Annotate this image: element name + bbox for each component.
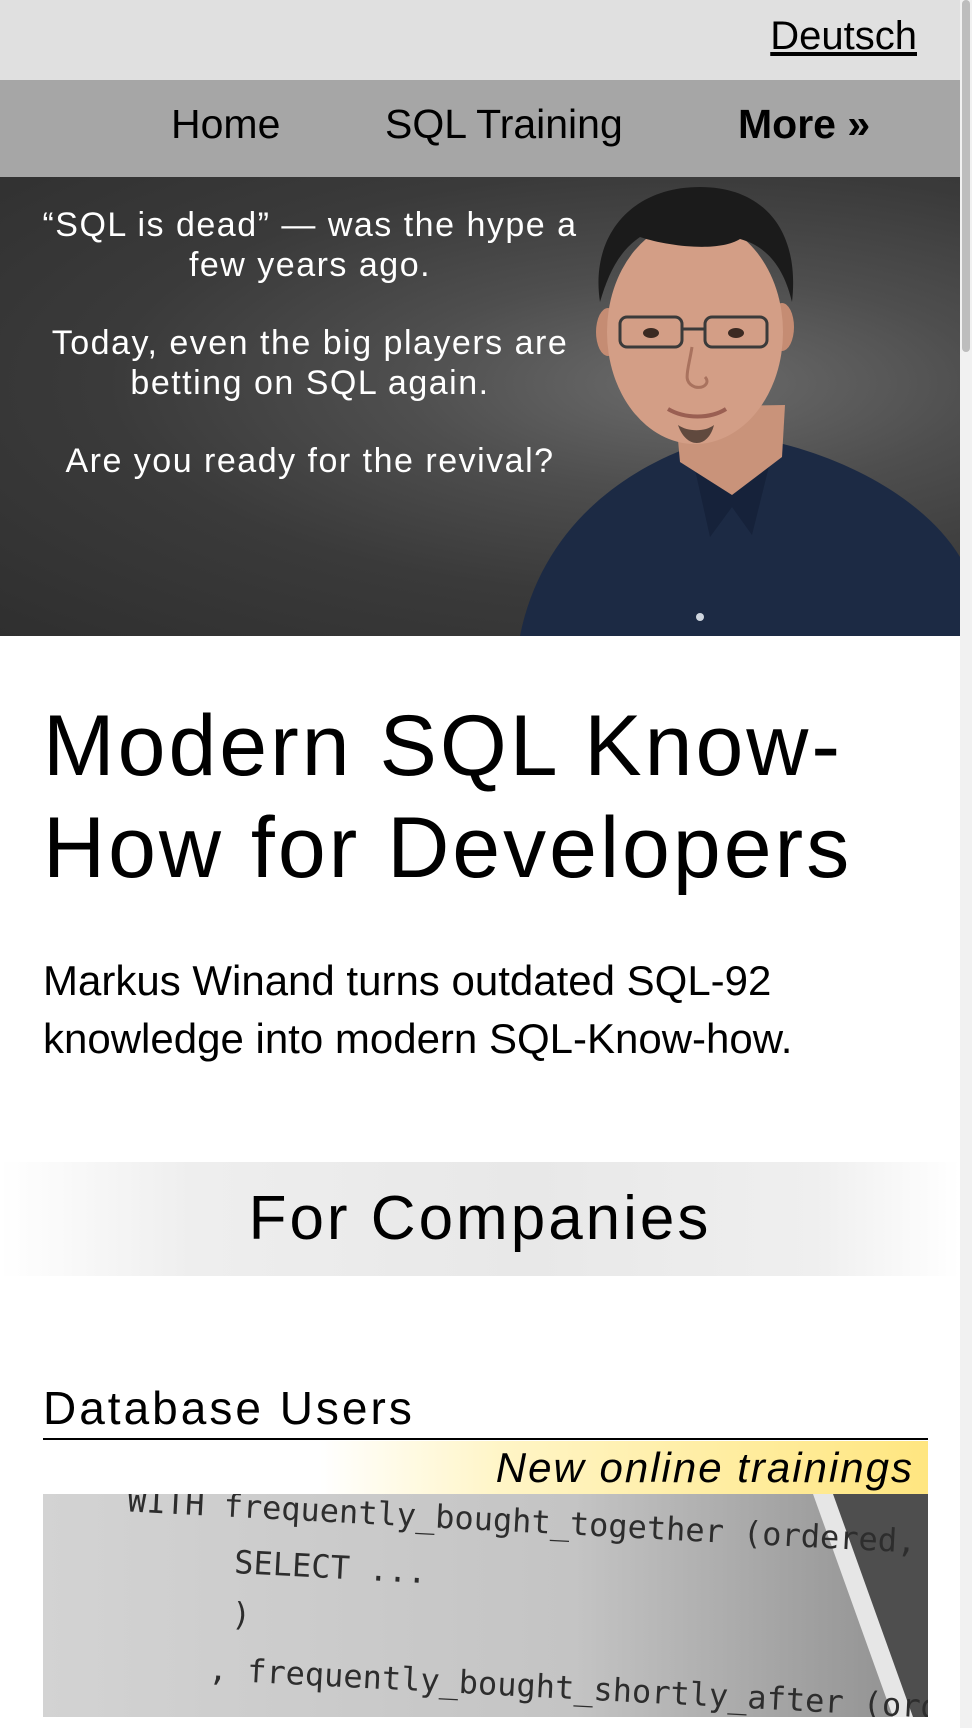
page-title: Modern SQL Know-How for Developers [43,698,853,896]
hero-quote: “SQL is dead” — was the hype a few years… [40,205,580,519]
main-navigation: Home SQL Training More » [0,80,960,177]
code-line: ) [231,1595,252,1634]
subsection-title-database-users: Database Users [43,1378,928,1440]
sql-code-photo[interactable]: WITH frequently_bought_together (ordered… [43,1494,928,1717]
nav-item-sql-training[interactable]: SQL Training [385,101,623,148]
hero-paragraph: Are you ready for the revival? [65,442,555,480]
hero-paragraph: Today, even the big players are betting … [51,324,569,402]
new-online-trainings-badge[interactable]: New online trainings [320,1441,928,1494]
hero-paragraph: “SQL is dead” — was the hype a few years… [42,206,578,284]
language-switch-link[interactable]: Deutsch [770,14,917,59]
hero-banner: “SQL is dead” — was the hype a few years… [0,177,960,636]
section-title-for-companies: For Companies [248,1184,712,1253]
intro-text: Markus Winand turns outdated SQL-92 know… [43,957,793,1062]
page-scrollbar[interactable] [960,0,972,1728]
nav-item-more[interactable]: More » [738,101,870,148]
scrollbar-thumb[interactable] [962,0,970,352]
nav-item-home[interactable]: Home [171,101,280,148]
author-portrait-image [520,187,960,636]
section-header-band: For Companies [0,1162,960,1276]
top-bar: Deutsch [0,0,960,80]
